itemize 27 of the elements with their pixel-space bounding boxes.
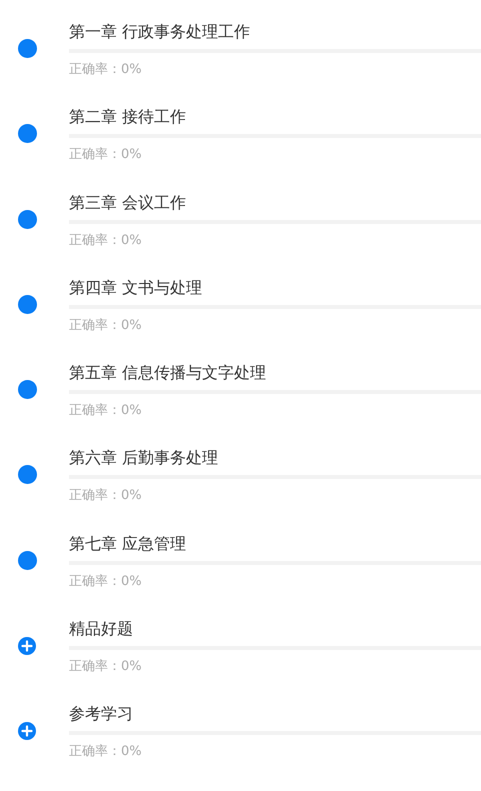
accuracy-text: 正确率：0% (69, 572, 142, 591)
chapter-title[interactable]: 第五章 信息传播与文字处理 (69, 361, 481, 386)
dot-icon (18, 294, 36, 314)
accuracy-text: 正确率：0% (69, 61, 142, 79)
chapter-title[interactable]: 第六章 后勤事务处理 (69, 446, 481, 470)
chapter-title[interactable]: 精品好题 (69, 617, 481, 642)
plus-icon (18, 722, 36, 740)
chapter-title[interactable]: 第二章 接待工作 (69, 105, 481, 130)
dot-icon (18, 380, 36, 400)
accuracy-text: 正确率：0% (69, 658, 142, 676)
dot-icon (18, 550, 36, 570)
dot-icon (18, 465, 36, 484)
chapter-title[interactable]: 参考学习 (69, 702, 481, 726)
accuracy-text: 正确率：0% (69, 487, 142, 506)
plus-icon (18, 637, 36, 656)
accuracy-text: 正确率：0% (69, 402, 142, 420)
chapter-title[interactable]: 第四章 文书与处理 (69, 276, 481, 300)
chapter-title[interactable]: 第三章 会议工作 (69, 190, 481, 215)
chapter-title[interactable]: 第一章 行政事务处理工作 (69, 20, 481, 44)
dot-icon (18, 210, 36, 229)
accuracy-text: 正确率：0% (69, 146, 142, 164)
dot-icon (18, 39, 36, 58)
chapter-title[interactable]: 第七章 应急管理 (69, 532, 481, 556)
accuracy-text: 正确率：0% (69, 316, 142, 335)
accuracy-text: 正确率：0% (69, 743, 142, 762)
accuracy-text: 正确率：0% (69, 232, 142, 250)
dot-icon (18, 124, 36, 144)
